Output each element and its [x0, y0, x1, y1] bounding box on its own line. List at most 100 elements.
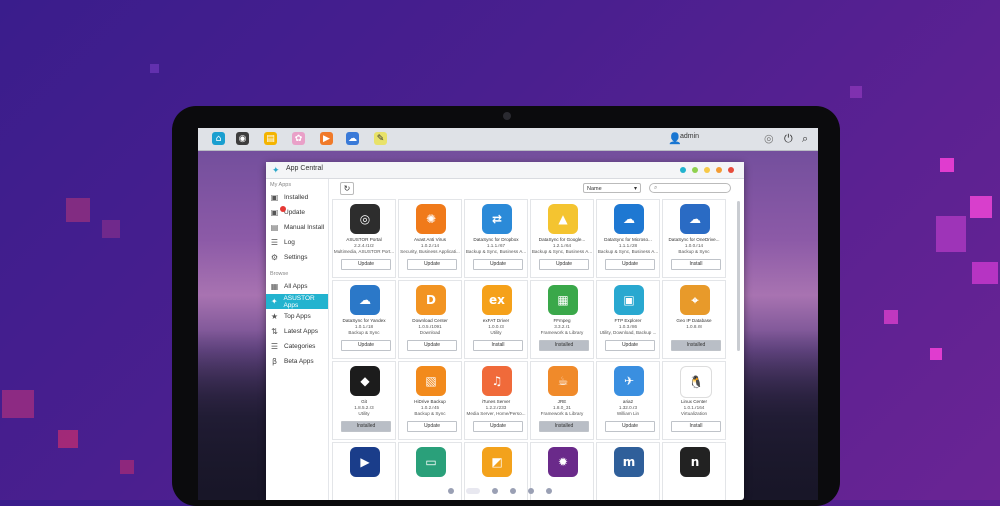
sort-select[interactable]: Name ▾ [583, 183, 641, 193]
onedrive-business-icon[interactable]: ☁ [680, 204, 710, 234]
minimize-button[interactable] [716, 167, 722, 173]
carousel-dot[interactable] [528, 488, 534, 494]
file-explorer-icon[interactable]: ▤ [264, 132, 277, 145]
app-card[interactable]: ◎ ASUSTOR Portal 2.2.4.r1r2 Multimedia, ASU… [332, 199, 396, 278]
installed-button[interactable]: Installed [539, 340, 589, 351]
nodejs-app-icon[interactable]: n [680, 447, 710, 477]
username-label[interactable]: admin [680, 133, 699, 140]
update-button[interactable]: Update [407, 340, 457, 351]
installed-button[interactable]: Installed [539, 421, 589, 432]
help-button[interactable] [680, 167, 686, 173]
search-input[interactable]: ⌕ [649, 183, 731, 193]
app-card[interactable]: ⇄ DataSync for Dropbox 1.1.1.r67 Backup & S… [464, 199, 528, 278]
app-category: Multimedia, ASUSTOR Port... [333, 249, 395, 254]
hidrive-icon[interactable]: ▧ [416, 366, 446, 396]
app-card[interactable]: ✺ Avast Anti Virus 1.0.2.r14 Security, Busi… [398, 199, 462, 278]
notes-app-icon[interactable]: ✎ [374, 132, 387, 145]
sidebar-item-settings[interactable]: ⚙ Settings [266, 250, 328, 265]
sidebar-item-manual-install[interactable]: ▤ Manual Install [266, 220, 328, 235]
sidebar-item-beta-apps[interactable]: β Beta Apps [266, 354, 328, 369]
download-center-icon[interactable]: D [416, 285, 446, 315]
photo-gallery-icon[interactable]: ✿ [292, 132, 305, 145]
sidebar-item-top-apps[interactable]: ★ Top Apps [266, 309, 328, 324]
app-card[interactable]: ☕ JRE 1.8.0_31 Framework & Library Installed [530, 361, 594, 440]
mono-app-icon[interactable]: m [614, 447, 644, 477]
installed-button[interactable]: Installed [671, 340, 721, 351]
app-card[interactable]: ▧ HiDrive Backup 1.0.2.r45 Backup & Sync Upd… [398, 361, 462, 440]
scrollbar[interactable] [737, 201, 740, 351]
app-central-icon[interactable]: ◉ [236, 132, 249, 145]
app-card[interactable]: ☁ DataSync for OneDrive... 1.0.0.r14 Backup… [662, 199, 726, 278]
restore-button[interactable] [704, 167, 710, 173]
sidebar-item-installed[interactable]: ▣ Installed [266, 190, 328, 205]
git-icon[interactable]: ◆ [350, 366, 380, 396]
app-card[interactable]: ♫ iTunes Server 1.2.2.r233 Media Server, Ho… [464, 361, 528, 440]
update-button[interactable]: Update [473, 259, 523, 270]
app-card[interactable]: ⌖ Geo IP Database 1.0.8.r8 Installed [662, 280, 726, 359]
search-icon[interactable]: ⌕ [802, 132, 808, 146]
geo-ip-icon[interactable]: ⌖ [680, 285, 710, 315]
update-button[interactable]: Update [473, 421, 523, 432]
update-button[interactable]: Update [341, 259, 391, 270]
notifications-icon[interactable]: ◎ [764, 132, 774, 145]
carousel-dot[interactable] [448, 488, 454, 494]
onedrive-icon[interactable]: ☁ [614, 204, 644, 234]
carousel-dot[interactable] [510, 488, 516, 494]
update-button[interactable]: Update [605, 340, 655, 351]
video-app-icon[interactable]: ▶ [320, 132, 333, 145]
linux-tux-icon[interactable]: 🐧 [680, 366, 712, 398]
cloud-app-icon[interactable]: ☁ [346, 132, 359, 145]
close-button[interactable] [728, 167, 734, 173]
app-card[interactable]: ▲ DataSync for Google... 1.2.1.r64 Backup &… [530, 199, 594, 278]
asustor-portal-icon[interactable]: ◎ [350, 204, 380, 234]
sidebar-item-asustor-apps[interactable]: ✦ ASUSTOR Apps [266, 294, 328, 309]
carousel-dot[interactable] [546, 488, 552, 494]
refresh-button[interactable]: ↻ [340, 182, 354, 195]
app-card[interactable]: ◆ Git 1.8.5.2.r3 Utility Installed [332, 361, 396, 440]
power-icon[interactable]: ⏻ [784, 132, 793, 146]
app-card[interactable]: ▦ FFmpeg 3.3.2.r1 Framework & Library Instal… [530, 280, 594, 359]
java-icon[interactable]: ☕ [548, 366, 578, 396]
install-button[interactable]: Install [671, 421, 721, 432]
home-icon[interactable]: ⌂ [212, 132, 225, 145]
update-button[interactable]: Update [605, 259, 655, 270]
app-card[interactable]: ✈ aria2 1.32.0.r3 William Lin Update [596, 361, 660, 440]
exfat-icon[interactable]: ex [482, 285, 512, 315]
ffmpeg-icon[interactable]: ▦ [548, 285, 578, 315]
ftp-explorer-icon[interactable]: ▣ [614, 285, 644, 315]
cast-app-icon[interactable]: ◩ [482, 447, 512, 477]
yandex-disk-icon[interactable]: ☁ [350, 285, 380, 315]
install-button[interactable]: Install [671, 259, 721, 270]
update-button[interactable]: Update [407, 259, 457, 270]
app-card[interactable]: ex exFAT Driver 1.0.0.r3 Utility Install [464, 280, 528, 359]
avast-icon[interactable]: ✺ [416, 204, 446, 234]
google-drive-icon[interactable]: ▲ [548, 204, 578, 234]
installed-button[interactable]: Installed [341, 421, 391, 432]
sidebar-item-update[interactable]: ▣ Update [266, 205, 328, 220]
update-button[interactable]: Update [539, 259, 589, 270]
sidebar-item-all-apps[interactable]: ▦ All Apps [266, 279, 328, 294]
dropbox-sync-icon[interactable]: ⇄ [482, 204, 512, 234]
app-card[interactable]: ☁ DataSync for Microso... 1.1.1.r28 Backup … [596, 199, 660, 278]
carousel-dot[interactable] [492, 488, 498, 494]
aria2-icon[interactable]: ✈ [614, 366, 644, 396]
itunes-server-icon[interactable]: ♫ [482, 366, 512, 396]
sidebar-item-log[interactable]: ☰ Log [266, 235, 328, 250]
media-app-icon[interactable]: ▶ [350, 447, 380, 477]
sidebar-item-categories[interactable]: ☰ Categories [266, 339, 328, 354]
sidebar-item-latest-apps[interactable]: ⇅ Latest Apps [266, 324, 328, 339]
app-version: 1.32.0.r3 [618, 405, 638, 410]
app-card[interactable]: ☁ DataSync for Yandex 1.0.1.r18 Backup & Sy… [332, 280, 396, 359]
carousel-dot-active[interactable] [466, 488, 480, 494]
update-button[interactable]: Update [407, 421, 457, 432]
app-card[interactable]: ▣ FTP Explorer 1.0.3.r86 Utility, Download,… [596, 280, 660, 359]
gear-app-icon[interactable]: ✹ [548, 447, 578, 477]
sidebar-item-label: Settings [284, 254, 308, 261]
install-button[interactable]: Install [473, 340, 523, 351]
app-card[interactable]: 🐧 Linux Center 1.0.1.r164 Virtualization Ins… [662, 361, 726, 440]
monitor-app-icon[interactable]: ▭ [416, 447, 446, 477]
update-button[interactable]: Update [341, 340, 391, 351]
app-card[interactable]: D Download Center 1.0.5.r1091 Download Updat… [398, 280, 462, 359]
update-button[interactable]: Update [605, 421, 655, 432]
settings-button[interactable] [692, 167, 698, 173]
